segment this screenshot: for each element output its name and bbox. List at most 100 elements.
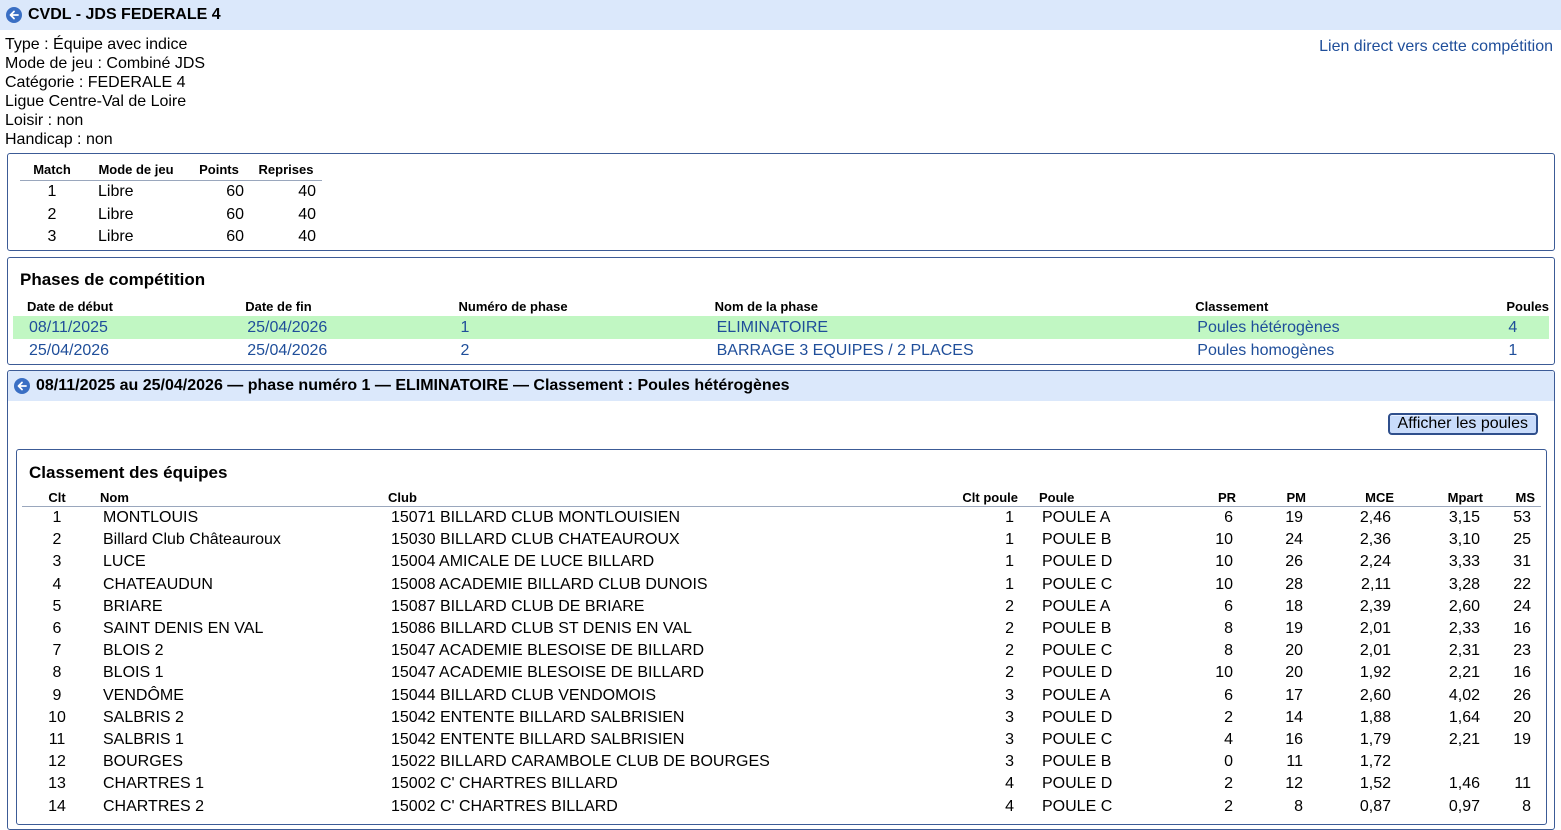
ranking-name: CHATEAUDUN <box>103 575 213 593</box>
ranking-mpart: 1,64 <box>1448 708 1480 726</box>
team-ranking-table: Clt Nom Club Clt poule Poule PR PM MCE M… <box>22 488 1541 818</box>
ranking-name: LUCE <box>103 553 146 571</box>
phase-detail-panel: 08/11/2025 au 25/04/2026 — phase numéro … <box>7 370 1555 830</box>
ranking-pool: POULE A <box>1042 686 1111 704</box>
ranking-col-ms: MS <box>1483 488 1541 507</box>
phases-col-start: Date de début <box>27 298 113 314</box>
ranking-mce: 2,39 <box>1359 597 1391 615</box>
show-pools-button[interactable]: Afficher les poules <box>1387 413 1538 435</box>
phases-col-name: Nom de la phase <box>714 298 818 314</box>
ranking-mce: 0,87 <box>1359 797 1391 815</box>
table-row: 12 BOURGES 15022 BILLARD CARAMBOLE CLUB DE… <box>22 751 1541 773</box>
ranking-pr: 2 <box>1224 708 1233 726</box>
ranking-col-club: Club <box>388 488 918 507</box>
ranking-pm: 20 <box>1285 664 1303 682</box>
ranking-mce: 1,88 <box>1359 708 1391 726</box>
ranking-col-pool: Poule <box>1018 488 1189 507</box>
ranking-mce: 2,36 <box>1359 531 1391 549</box>
competition-title-bar: CVDL - JDS FEDERALE 4 <box>0 0 1561 30</box>
table-row: 6 SAINT DENIS EN VAL 15086 BILLARD CLUB ST… <box>22 618 1541 640</box>
ranking-pm: 14 <box>1285 708 1303 726</box>
ranking-pr: 8 <box>1224 642 1233 660</box>
ranking-pr: 8 <box>1224 620 1233 638</box>
ranking-name: CHARTRES 2 <box>103 797 205 815</box>
phase-ranking[interactable]: Poules hétérogènes <box>1181 316 1493 339</box>
ranking-mpart: 2,60 <box>1448 597 1480 615</box>
team-ranking-title: Classement des équipes <box>29 463 228 482</box>
phase-pools[interactable]: 4 <box>1492 316 1549 339</box>
ranking-pool: POULE C <box>1042 642 1113 660</box>
phase-pools[interactable]: 1 <box>1492 339 1549 362</box>
ranking-mpart: 2,31 <box>1448 642 1480 660</box>
match-reprises: 40 <box>298 183 316 201</box>
ranking-mpart: 3,33 <box>1448 553 1480 571</box>
ranking-pool-rank: 2 <box>1005 597 1014 615</box>
phase-number[interactable]: 1 <box>444 316 701 339</box>
match-points: 60 <box>226 228 244 246</box>
ranking-pr: 2 <box>1224 775 1233 793</box>
phase-row-selected[interactable]: 08/11/2025 25/04/2026 1 ELIMINATOIRE Pou… <box>13 316 1549 339</box>
ranking-pool-rank: 4 <box>1005 775 1014 793</box>
table-row: 11 SALBRIS 1 15042 ENTENTE BILLARD SALBRIS… <box>22 729 1541 751</box>
matches-header-row: Match Mode de jeu Points Reprises <box>20 161 322 181</box>
ranking-club: 15087 BILLARD CLUB DE BRIARE <box>391 597 645 615</box>
ranking-mpart: 0,97 <box>1448 797 1480 815</box>
matches-panel: Match Mode de jeu Points Reprises 1 Libr… <box>7 153 1555 251</box>
back-arrow-icon[interactable] <box>6 7 22 23</box>
ranking-club: 15008 ACADEMIE BILLARD CLUB DUNOIS <box>391 575 708 593</box>
ranking-club: 15022 BILLARD CARAMBOLE CLUB DE BOURGES <box>391 753 770 771</box>
phase-number[interactable]: 2 <box>444 339 700 362</box>
table-row: 10 SALBRIS 2 15042 ENTENTE BILLARD SALBRIS… <box>22 707 1541 729</box>
phase-end[interactable]: 25/04/2026 <box>231 316 445 339</box>
ranking-club: 15042 ENTENTE BILLARD SALBRISIEN <box>391 730 685 748</box>
ranking-rank: 2 <box>52 531 62 549</box>
match-number: 3 <box>47 228 57 246</box>
ranking-header-row: Clt Nom Club Clt poule Poule PR PM MCE M… <box>22 488 1541 507</box>
table-row: 7 BLOIS 2 15047 ACADEMIE BLESOISE DE BILLA… <box>22 640 1541 662</box>
ranking-pr: 4 <box>1224 730 1233 748</box>
table-row: 8 BLOIS 1 15047 ACADEMIE BLESOISE DE BILLA… <box>22 662 1541 684</box>
phase-end[interactable]: 25/04/2026 <box>231 339 444 362</box>
phases-title: Phases de compétition <box>20 270 206 289</box>
match-row: 1 Libre 60 40 <box>20 181 322 204</box>
ranking-ms: 24 <box>1513 597 1531 615</box>
phase-ranking[interactable]: Poules homogènes <box>1181 339 1492 362</box>
ranking-pm: 24 <box>1285 531 1303 549</box>
phases-panel: Phases de compétition Date de début Date… <box>7 257 1555 365</box>
phase-name[interactable]: ELIMINATOIRE <box>700 316 1182 339</box>
ranking-pool: POULE B <box>1042 620 1112 638</box>
ranking-col-name: Nom <box>92 488 388 507</box>
team-ranking-panel: Classement des équipes Clt Nom Club Clt … <box>16 449 1547 825</box>
phase-start[interactable]: 08/11/2025 <box>13 316 232 339</box>
direct-link[interactable]: Lien direct vers cette compétition <box>1319 38 1553 56</box>
ranking-mpart: 3,15 <box>1448 509 1480 527</box>
ranking-pool: POULE B <box>1042 753 1112 771</box>
phase-row[interactable]: 25/04/2026 25/04/2026 2 BARRAGE 3 EQUIPE… <box>13 339 1549 362</box>
ranking-pool-rank: 2 <box>1005 620 1014 638</box>
ranking-ms: 23 <box>1513 642 1531 660</box>
ranking-pm: 20 <box>1285 642 1303 660</box>
ranking-ms <box>1483 751 1541 773</box>
phase-start[interactable]: 25/04/2026 <box>13 339 231 362</box>
ranking-col-pm: PM <box>1236 488 1306 507</box>
ranking-ms: 20 <box>1513 708 1531 726</box>
ranking-pool: POULE D <box>1042 708 1113 726</box>
phase-name[interactable]: BARRAGE 3 EQUIPES / 2 PLACES <box>701 339 1182 362</box>
table-row: 13 CHARTRES 1 15002 C' CHARTRES BILLARD 4 PO… <box>22 773 1541 795</box>
phase-detail-title: 08/11/2025 au 25/04/2026 — phase numéro … <box>36 377 790 394</box>
phases-col-number: Numéro de phase <box>458 298 568 314</box>
ranking-pool-rank: 3 <box>1005 686 1014 704</box>
ranking-name: BLOIS 2 <box>103 642 164 660</box>
ranking-pool: POULE C <box>1042 575 1113 593</box>
info-category: Catégorie : FEDERALE 4 <box>5 74 186 91</box>
match-number: 2 <box>47 205 57 223</box>
ranking-club: 15002 C' CHARTRES BILLARD <box>391 797 618 815</box>
ranking-pm: 16 <box>1285 730 1303 748</box>
ranking-club: 15086 BILLARD CLUB ST DENIS EN VAL <box>391 620 692 638</box>
ranking-rank: 14 <box>48 797 66 815</box>
phases-col-pools: Poules <box>1506 298 1549 314</box>
back-arrow-icon[interactable] <box>14 378 30 394</box>
ranking-pm: 11 <box>1286 753 1303 771</box>
ranking-pool: POULE D <box>1042 553 1113 571</box>
ranking-mpart: 2,33 <box>1448 620 1480 638</box>
